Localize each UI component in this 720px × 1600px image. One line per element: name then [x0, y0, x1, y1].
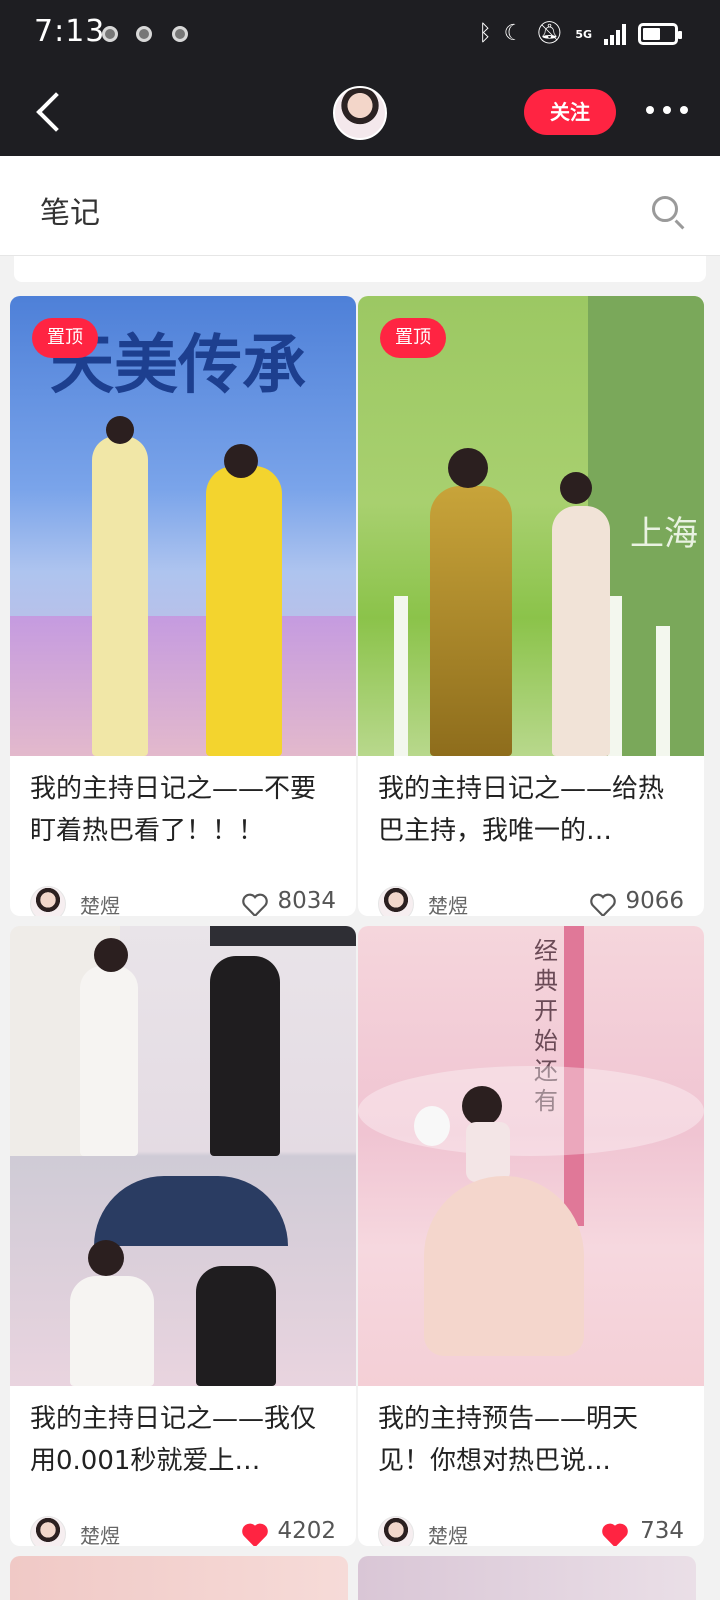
- author-name[interactable]: 楚煜: [80, 890, 120, 916]
- moon-icon: ☾: [503, 21, 524, 46]
- author-name[interactable]: 楚煜: [428, 890, 468, 916]
- like-count: 8034: [277, 888, 336, 914]
- note-title[interactable]: 我的主持日记之——不要盯着热巴看了！！！: [30, 768, 336, 852]
- battery-level: [643, 28, 660, 40]
- follow-button[interactable]: 关注: [524, 89, 616, 135]
- note-title[interactable]: 我的主持预告——明天见！你想对热巴说...: [378, 1398, 684, 1482]
- network-type: 5G: [575, 27, 592, 41]
- next-note-preview[interactable]: [10, 1556, 348, 1600]
- pinned-badge: 置顶: [32, 318, 98, 358]
- image-text: 上海: [630, 514, 698, 554]
- author-avatar[interactable]: [378, 1516, 414, 1546]
- battery-icon: [638, 23, 682, 45]
- notification-icon: [102, 26, 118, 42]
- note-image[interactable]: [10, 926, 356, 1386]
- back-icon[interactable]: [32, 92, 72, 132]
- note-card[interactable]: 天美传承 置顶 我的主持日记之——不要盯着热巴看了！！！ 楚煜 8034: [10, 296, 356, 916]
- author-avatar[interactable]: [378, 886, 414, 916]
- note-card[interactable]: 经典开始还有 我的主持预告——明天见！你想对热巴说... 楚煜 734: [358, 926, 704, 1546]
- search-icon[interactable]: [652, 196, 678, 222]
- signal-icon: [604, 23, 626, 45]
- avatar[interactable]: [333, 86, 387, 140]
- like-count: 9066: [625, 888, 684, 914]
- status-icons: ᛒ ☾ 🔕︎ 5G: [478, 18, 682, 50]
- more-icon[interactable]: [646, 106, 688, 114]
- heart-icon[interactable]: [602, 1523, 628, 1546]
- note-image[interactable]: 天美传承: [10, 296, 356, 756]
- note-title[interactable]: 我的主持日记之——我仅用0.001秒就爱上…: [30, 1398, 336, 1482]
- note-image[interactable]: 经典开始还有: [358, 926, 704, 1386]
- heart-icon[interactable]: [242, 893, 268, 916]
- like-count: 4202: [277, 1518, 336, 1544]
- author-name[interactable]: 楚煜: [428, 1520, 468, 1546]
- section-header: 笔记: [0, 156, 720, 256]
- note-title[interactable]: 我的主持日记之——给热巴主持，我唯一的…: [378, 768, 684, 852]
- note-card[interactable]: 我的主持日记之——我仅用0.001秒就爱上… 楚煜 4202: [10, 926, 356, 1546]
- pinned-badge: 置顶: [380, 318, 446, 358]
- author-name[interactable]: 楚煜: [80, 1520, 120, 1546]
- top-nav: 关注: [0, 68, 720, 156]
- bluetooth-icon: ᛒ: [478, 21, 492, 46]
- heart-icon[interactable]: [590, 893, 616, 916]
- author-avatar[interactable]: [30, 886, 66, 916]
- notification-icon: [172, 26, 188, 42]
- author-avatar[interactable]: [30, 1516, 66, 1546]
- divider: [14, 256, 706, 282]
- like-count: 734: [640, 1518, 684, 1544]
- notification-icon: [136, 26, 152, 42]
- next-note-preview[interactable]: [358, 1556, 696, 1600]
- status-time: 7:13: [34, 14, 106, 49]
- note-card[interactable]: 上海 置顶 我的主持日记之——给热巴主持，我唯一的… 楚煜 9066: [358, 296, 704, 916]
- status-bar: 7:13 ᛒ ☾ 🔕︎ 5G: [0, 0, 720, 68]
- heart-icon[interactable]: [242, 1523, 268, 1546]
- mute-icon: 🔕︎: [535, 21, 564, 46]
- section-title: 笔记: [40, 196, 100, 231]
- note-image[interactable]: 上海: [358, 296, 704, 756]
